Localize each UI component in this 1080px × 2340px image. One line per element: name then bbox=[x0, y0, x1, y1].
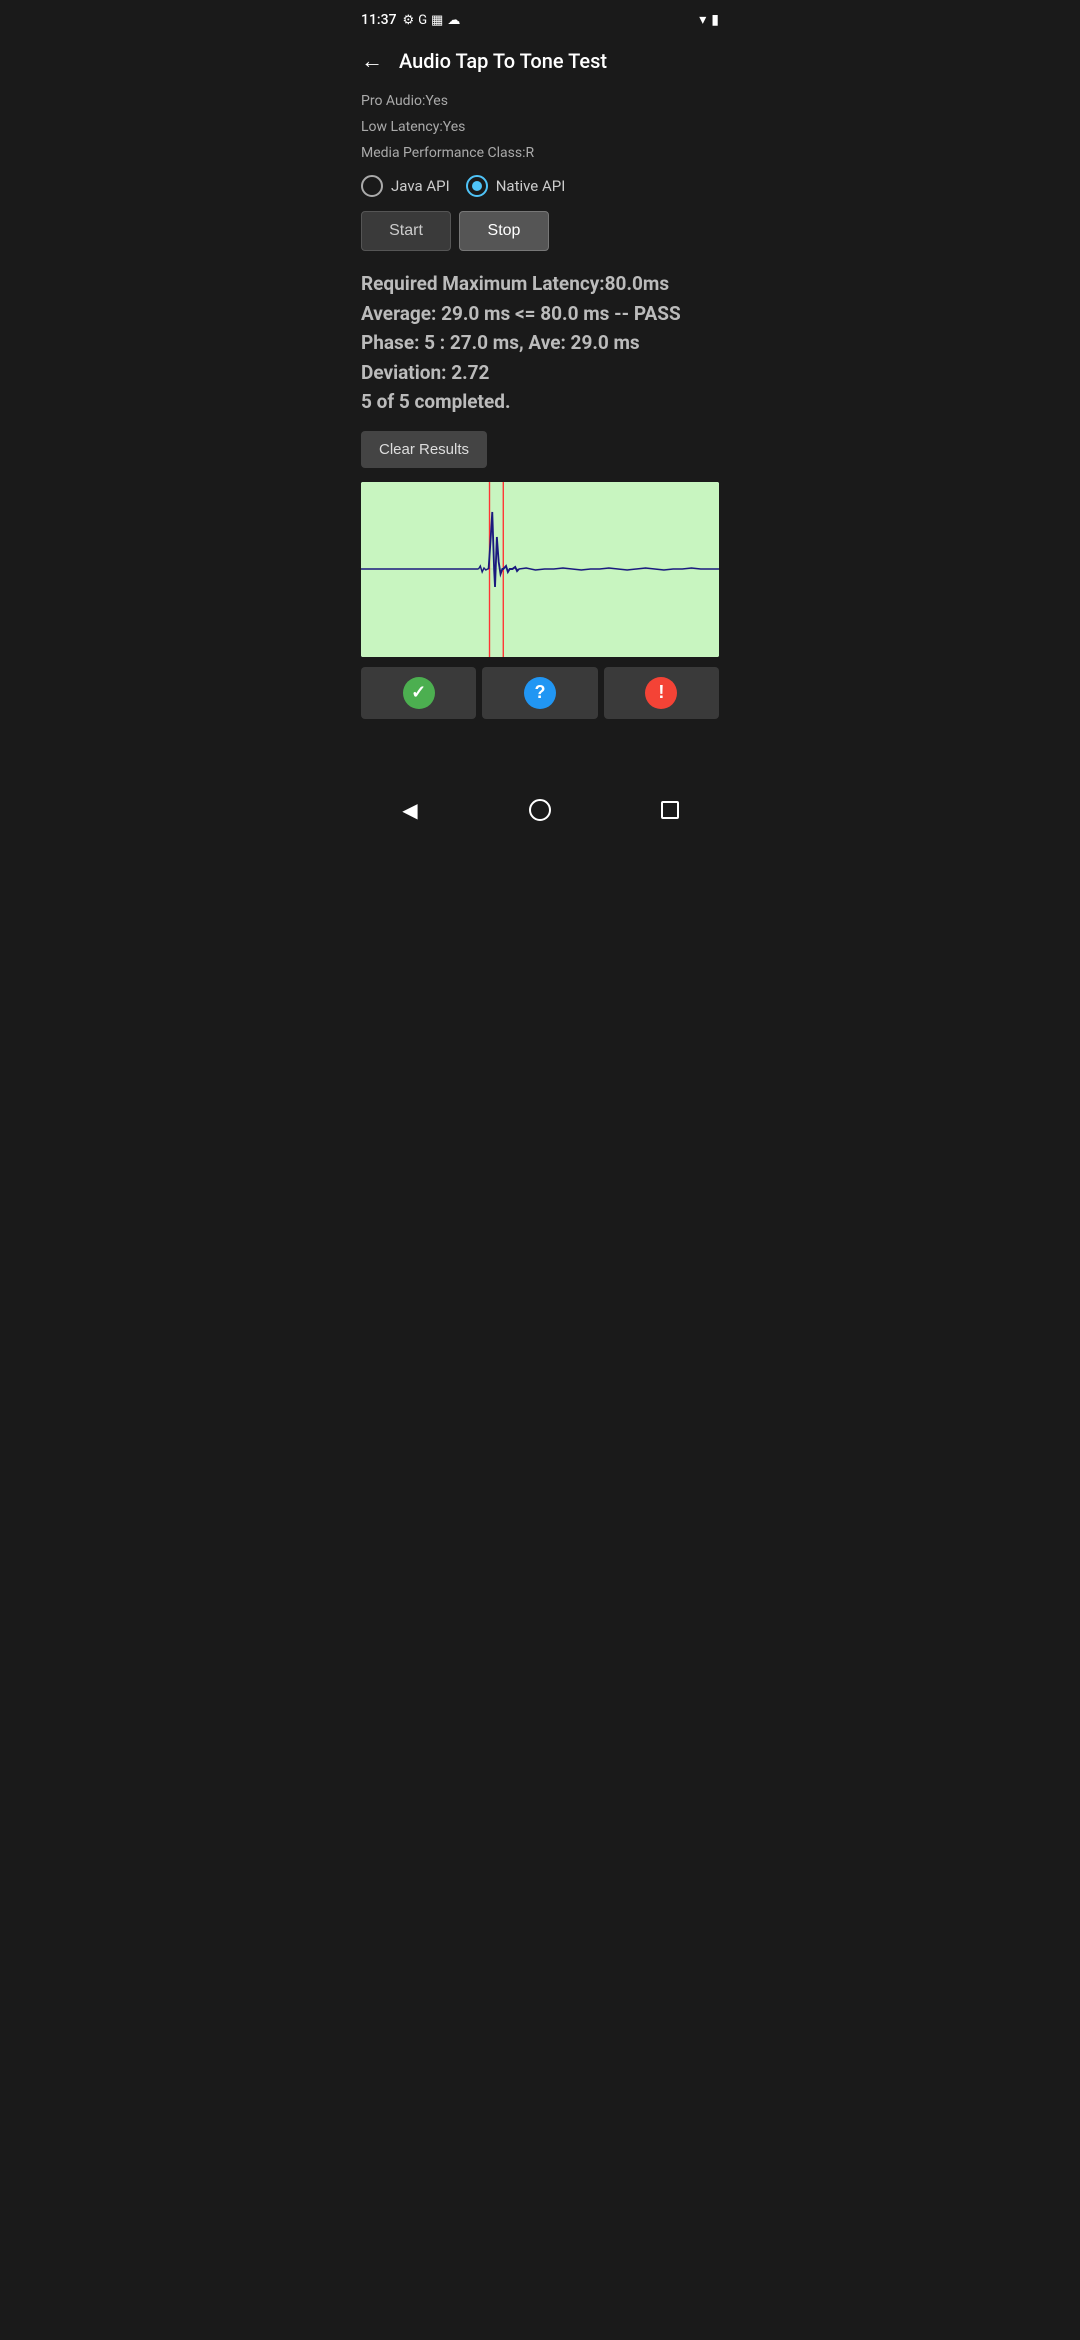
app-title: Audio Tap To Tone Test bbox=[399, 49, 607, 73]
warning-button[interactable]: ! bbox=[604, 667, 719, 719]
native-api-label: Native API bbox=[496, 177, 566, 195]
low-latency-info: Low Latency:Yes bbox=[361, 116, 719, 140]
wifi-icon: ▾ bbox=[699, 12, 706, 28]
native-api-option[interactable]: Native API bbox=[466, 175, 566, 197]
recycling-icon: ⚙ bbox=[403, 13, 415, 28]
java-api-radio[interactable] bbox=[361, 175, 383, 197]
native-api-radio[interactable] bbox=[466, 175, 488, 197]
app-bar: ← Audio Tap To Tone Test bbox=[345, 36, 735, 86]
back-button[interactable]: ← bbox=[361, 48, 383, 74]
status-time: 11:37 bbox=[361, 12, 397, 28]
clear-results-button[interactable]: Clear Results bbox=[361, 431, 487, 468]
stop-button[interactable]: Stop bbox=[459, 211, 549, 251]
start-button[interactable]: Start bbox=[361, 211, 451, 251]
question-button[interactable]: ? bbox=[482, 667, 597, 719]
status-bar: 11:37 ⚙ G ▦ ☁ ▾ ▮ bbox=[345, 0, 735, 36]
deviation-line: Deviation: 2.72 bbox=[361, 358, 719, 387]
home-nav-icon bbox=[529, 799, 551, 821]
back-nav-button[interactable]: ◀ bbox=[385, 792, 435, 828]
required-latency-line: Required Maximum Latency:80.0ms bbox=[361, 269, 719, 298]
question-icon: ? bbox=[524, 677, 556, 709]
google-icon: G bbox=[418, 13, 427, 28]
nav-bar: ◀ bbox=[345, 782, 735, 844]
exclamation-icon: ! bbox=[645, 677, 677, 709]
java-api-label: Java API bbox=[391, 177, 450, 195]
control-button-row: Start Stop bbox=[361, 211, 719, 251]
pro-audio-info: Pro Audio:Yes bbox=[361, 90, 719, 114]
status-right: ▾ ▮ bbox=[699, 12, 719, 28]
checkmark-icon: ✓ bbox=[403, 677, 435, 709]
calendar-icon: ▦ bbox=[431, 13, 443, 28]
back-nav-icon: ◀ bbox=[402, 798, 417, 822]
average-line: Average: 29.0 ms <= 80.0 ms -- PASS bbox=[361, 299, 719, 328]
pass-button[interactable]: ✓ bbox=[361, 667, 476, 719]
battery-icon: ▮ bbox=[711, 12, 719, 28]
home-nav-button[interactable] bbox=[515, 792, 565, 828]
completed-line: 5 of 5 completed. bbox=[361, 387, 719, 416]
recent-nav-icon bbox=[661, 801, 679, 819]
phase-line: Phase: 5 : 27.0 ms, Ave: 29.0 ms bbox=[361, 328, 719, 357]
waveform-svg bbox=[361, 482, 719, 657]
media-performance-info: Media Performance Class:R bbox=[361, 142, 719, 166]
cloud-icon: ☁ bbox=[447, 13, 460, 28]
main-content: Pro Audio:Yes Low Latency:Yes Media Perf… bbox=[345, 86, 735, 782]
waveform-display bbox=[361, 482, 719, 657]
recent-nav-button[interactable] bbox=[645, 792, 695, 828]
java-api-option[interactable]: Java API bbox=[361, 175, 450, 197]
status-icons: ⚙ G ▦ ☁ bbox=[403, 13, 461, 28]
bottom-actions: ✓ ? ! bbox=[361, 667, 719, 719]
results-section: Required Maximum Latency:80.0ms Average:… bbox=[361, 269, 719, 416]
status-left: 11:37 ⚙ G ▦ ☁ bbox=[361, 12, 460, 28]
api-radio-group: Java API Native API bbox=[361, 175, 719, 197]
